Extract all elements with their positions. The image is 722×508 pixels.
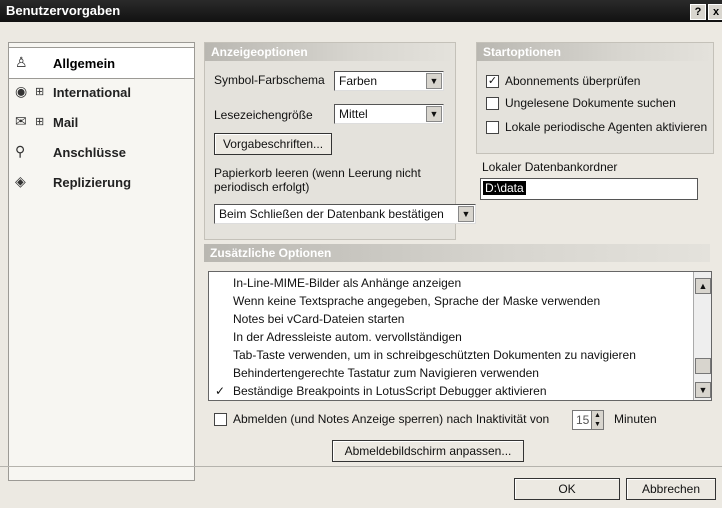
globe-icon: ◉ <box>15 83 28 99</box>
input-value: D:\data <box>483 181 526 195</box>
select-value: Farben <box>339 74 378 88</box>
scroll-down-icon[interactable]: ▼ <box>695 382 711 398</box>
expand-icon[interactable]: ⊞ <box>35 85 44 98</box>
sidebar-item-allgemein[interactable]: ♙ Allgemein <box>9 47 194 79</box>
chevron-down-icon[interactable]: ▼ <box>426 106 442 122</box>
list-item[interactable]: Notes bei vCard-Dateien starten <box>209 310 689 328</box>
ordner-label: Lokaler Datenbankordner <box>482 160 618 174</box>
ok-button[interactable]: OK <box>514 478 620 500</box>
sidebar-item-international[interactable]: ◉ ⊞ International <box>9 77 194 107</box>
sidebar-item-replizierung[interactable]: ◈ Replizierung <box>9 167 194 197</box>
sidebar-item-label: Mail <box>53 115 79 130</box>
select-value: Mittel <box>339 107 368 121</box>
abonnements-checkbox[interactable]: ✓ <box>486 75 499 88</box>
minutes-spinner[interactable]: 15 ▲ ▼ <box>572 410 604 430</box>
list-item[interactable]: In-Line-MIME-Bilder als Anhänge anzeigen <box>209 274 689 292</box>
help-button[interactable]: ? <box>690 4 706 20</box>
person-icon: ♙ <box>15 54 28 70</box>
zusatz-group: Zusätzliche Optionen <box>204 244 712 268</box>
abmelden-checkbox[interactable] <box>214 413 227 426</box>
zusatz-listbox[interactable]: In-Line-MIME-Bilder als Anhänge anzeigen… <box>208 271 712 401</box>
checkbox-label: Lokale periodische Agenten aktivieren <box>505 120 708 134</box>
checkbox-label: Abonnements überprüfen <box>505 74 641 88</box>
list-item[interactable]: Wenn keine Textsprache angegeben, Sprach… <box>209 292 689 310</box>
papierkorb-label-line2: periodisch erfolgt) <box>214 180 310 194</box>
expand-icon[interactable]: ⊞ <box>35 115 44 128</box>
minutes-unit-label: Minuten <box>614 412 657 426</box>
connection-icon: ⚲ <box>15 143 26 159</box>
group-header: Startoptionen <box>477 43 713 61</box>
list-item[interactable]: Tab-Taste verwenden, um in schreibgeschü… <box>209 346 689 364</box>
lesezeichen-label: Lesezeichengröße <box>214 108 313 122</box>
sidebar-item-mail[interactable]: ✉ ⊞ Mail <box>9 107 194 137</box>
group-header: Anzeigeoptionen <box>205 43 455 61</box>
papierkorb-select[interactable]: Beim Schließen der Datenbank bestätigen … <box>214 204 476 224</box>
sidebar-item-label: Allgemein <box>53 56 116 71</box>
mail-icon: ✉ <box>15 113 27 129</box>
category-sidebar: ♙ Allgemein ◉ ⊞ International ✉ ⊞ Mail ⚲… <box>8 42 195 481</box>
check-icon: ✓ <box>215 384 226 398</box>
farbschema-select[interactable]: Farben ▼ <box>334 71 444 91</box>
sidebar-item-label: Replizierung <box>53 175 132 190</box>
replication-icon: ◈ <box>15 173 26 189</box>
spinner-value: 15 <box>576 413 590 427</box>
lesezeichen-select[interactable]: Mittel ▼ <box>334 104 444 124</box>
scroll-thumb[interactable] <box>695 358 711 374</box>
list-scrollbar[interactable]: ▲ ▼ <box>693 272 711 400</box>
select-value: Beim Schließen der Datenbank bestätigen <box>219 207 444 221</box>
sidebar-item-anschluesse[interactable]: ⚲ Anschlüsse <box>9 137 194 167</box>
papierkorb-label-line1: Papierkorb leeren (wenn Leerung nicht <box>214 166 421 180</box>
checkbox-label: Ungelesene Dokumente suchen <box>505 96 676 110</box>
window-title: Benutzervorgaben <box>6 3 121 18</box>
farbschema-label: Symbol-Farbschema <box>214 73 325 87</box>
spinner-arrows-icon[interactable]: ▲ ▼ <box>591 411 603 429</box>
list-item[interactable]: ✓ Beständige Breakpoints in LotusScript D… <box>209 382 689 400</box>
chevron-down-icon[interactable]: ▼ <box>458 206 474 222</box>
ordner-input[interactable]: D:\data <box>480 178 698 200</box>
group-header: Zusätzliche Optionen <box>204 244 710 262</box>
agenten-checkbox[interactable] <box>486 121 499 134</box>
sidebar-item-label: International <box>53 85 132 100</box>
vorgabeschriften-button[interactable]: Vorgabeschriften... <box>214 133 332 155</box>
preferences-dialog: Benutzervorgaben ? x ♙ Allgemein ◉ ⊞ Int… <box>0 0 722 508</box>
title-bar: Benutzervorgaben ? x <box>0 0 722 22</box>
abmeldebildschirm-button[interactable]: Abmeldebildschirm anpassen... <box>332 440 524 462</box>
list-item[interactable]: In der Adressleiste autom. vervollständi… <box>209 328 689 346</box>
cancel-button[interactable]: Abbrechen <box>626 478 716 500</box>
scroll-up-icon[interactable]: ▲ <box>695 278 711 294</box>
sidebar-item-label: Anschlüsse <box>53 145 126 160</box>
close-button[interactable]: x <box>708 4 722 20</box>
ungelesene-checkbox[interactable] <box>486 97 499 110</box>
chevron-down-icon[interactable]: ▼ <box>426 73 442 89</box>
footer-divider <box>0 466 722 467</box>
checkbox-label: Abmelden (und Notes Anzeige sperren) nac… <box>233 412 550 426</box>
list-item[interactable]: Behindertengerechte Tastatur zum Navigie… <box>209 364 689 382</box>
